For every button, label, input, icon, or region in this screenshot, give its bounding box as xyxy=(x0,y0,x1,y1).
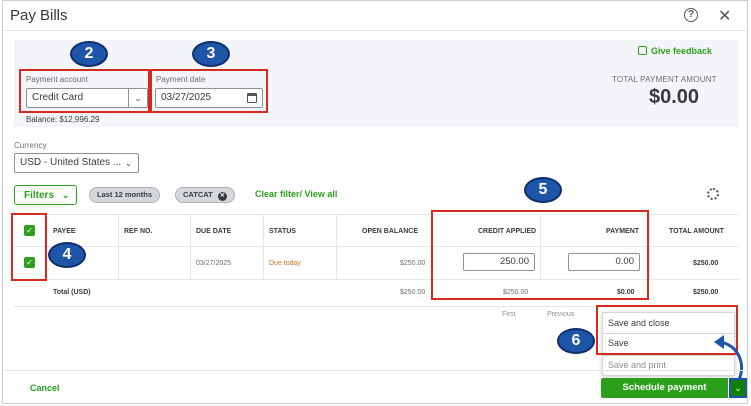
totals-label: Total (USD) xyxy=(53,289,91,296)
credit-applied-input[interactable]: 250.00 xyxy=(463,253,535,271)
settings-gear-icon[interactable] xyxy=(707,188,719,200)
total-payment-label: TOTAL PAYMENT AMOUNT xyxy=(612,75,717,84)
totals-open-balance: $250.00 xyxy=(400,289,426,296)
annotation-badge-2: 2 xyxy=(70,41,108,67)
col-divider xyxy=(263,215,264,279)
total-payment-value: $0.00 xyxy=(649,86,700,108)
col-header-open-balance[interactable]: OPEN BALANCE xyxy=(362,228,418,235)
help-icon[interactable]: ? xyxy=(684,8,698,22)
totals-payment: $0.00 xyxy=(617,289,635,296)
menu-save[interactable]: Save xyxy=(608,338,629,348)
currency-label: Currency xyxy=(14,141,47,150)
payment-date-value: 03/27/2025 xyxy=(161,92,212,103)
filter-chip-payee-label: CATCAT xyxy=(183,190,213,199)
payment-account-select[interactable]: Credit Card ⌄ xyxy=(26,88,148,108)
totals-total-amount: $250.00 xyxy=(693,289,719,296)
dialog-title: Pay Bills xyxy=(10,7,68,24)
annotation-badge-6: 6 xyxy=(557,328,595,354)
payment-input[interactable]: 0.00 xyxy=(568,253,640,271)
payment-date-label: Payment date xyxy=(156,75,206,84)
calendar-icon[interactable] xyxy=(247,93,257,103)
schedule-payment-button[interactable]: Schedule payment xyxy=(601,378,728,398)
col-divider xyxy=(190,215,191,279)
chevron-down-icon: ⌄ xyxy=(128,89,147,107)
col-divider xyxy=(118,215,119,279)
select-all-checkbox[interactable]: ✓ xyxy=(24,225,35,236)
remove-chip-icon[interactable]: ✕ xyxy=(217,192,227,201)
balance-text: Balance: $12,996.29 xyxy=(26,115,100,124)
annotation-badge-4: 4 xyxy=(48,242,86,268)
payment-account-value: Credit Card xyxy=(32,92,84,103)
filter-chip-date[interactable]: Last 12 months xyxy=(89,187,161,203)
col-header-payee[interactable]: PAYEE xyxy=(53,228,76,235)
totals-credit-applied: $250.00 xyxy=(503,289,529,296)
pagination-previous[interactable]: Previous xyxy=(547,311,574,318)
pagination-first[interactable]: First xyxy=(502,311,516,318)
annotation-badge-3: 3 xyxy=(192,41,230,67)
clear-filter-link[interactable]: Clear filter/ View all xyxy=(255,189,337,199)
give-feedback-label: Give feedback xyxy=(651,46,713,56)
schedule-options-dropdown[interactable]: ⌄ xyxy=(729,378,747,398)
col-header-total-amount[interactable]: TOTAL AMOUNT xyxy=(669,228,724,235)
annotation-badge-5: 5 xyxy=(524,177,562,203)
row-due-date: 03/27/2025 xyxy=(196,260,232,267)
row-status: Due today xyxy=(269,260,301,267)
feedback-icon xyxy=(638,46,647,55)
payment-date-input[interactable]: 03/27/2025 xyxy=(155,88,263,108)
col-header-ref[interactable]: REF NO. xyxy=(124,228,152,235)
footer-divider xyxy=(3,370,747,371)
row-total-amount: $250.00 xyxy=(693,260,719,267)
cancel-button[interactable]: Cancel xyxy=(30,383,60,393)
close-icon[interactable]: ✕ xyxy=(718,6,731,26)
col-header-status[interactable]: STATUS xyxy=(269,228,296,235)
currency-select[interactable]: USD - United States ... ⌄ xyxy=(14,153,139,173)
select-checkbox-highlight xyxy=(11,213,47,281)
filters-button[interactable]: Filters ⌄ xyxy=(14,185,77,205)
menu-save-and-close[interactable]: Save and close xyxy=(608,318,670,328)
filters-label: Filters xyxy=(24,190,55,201)
currency-value: USD - United States ... xyxy=(20,157,122,168)
filter-chip-payee[interactable]: CATCAT ✕ xyxy=(175,187,235,203)
col-divider xyxy=(336,215,337,279)
chevron-down-icon: ⌄ xyxy=(61,190,70,200)
menu-save-and-print[interactable]: Save and print xyxy=(608,360,666,370)
col-divider xyxy=(649,215,650,279)
payment-account-label: Payment account xyxy=(26,75,88,84)
dialog-header xyxy=(3,1,747,31)
chevron-down-icon: ⌄ xyxy=(734,383,742,393)
col-header-due-date[interactable]: DUE DATE xyxy=(196,228,231,235)
row-select-checkbox[interactable]: ✓ xyxy=(24,257,35,268)
give-feedback-link[interactable]: Give feedback xyxy=(638,46,712,56)
chevron-down-icon: ⌄ xyxy=(124,158,133,168)
row-open-balance: $250.00 xyxy=(400,260,426,267)
